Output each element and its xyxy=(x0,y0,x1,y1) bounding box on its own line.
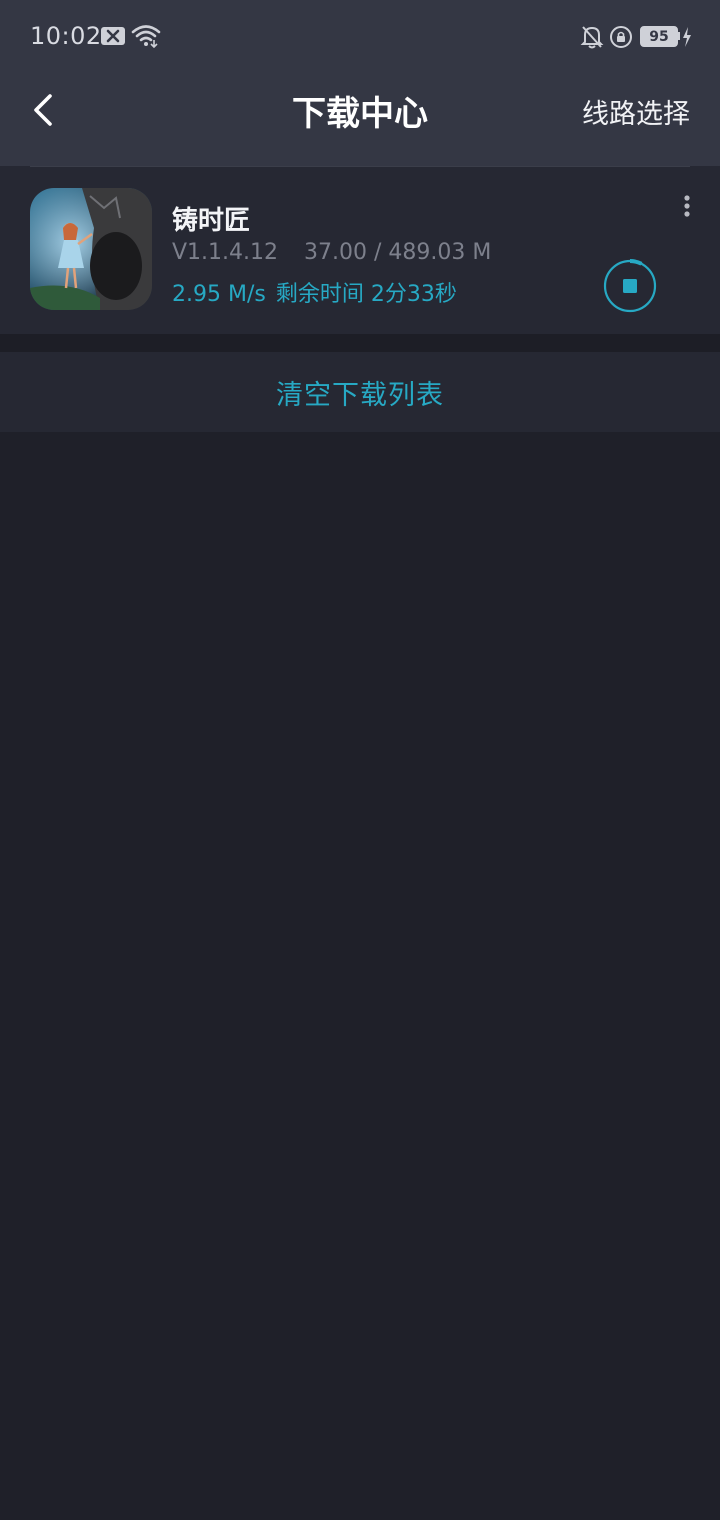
download-status: 2.95 M/s 剩余时间 2分33秒 xyxy=(172,276,457,308)
top-bar: 10:02 95 下载中心 线路选择 xyxy=(0,0,720,166)
battery-tip xyxy=(678,32,680,40)
download-speed: 2.95 M/s xyxy=(172,282,266,307)
remaining-time: 剩余时间 2分33秒 xyxy=(275,282,457,307)
stop-download-icon xyxy=(603,258,657,313)
more-vertical-icon xyxy=(684,195,690,217)
status-bar: 10:02 95 xyxy=(0,0,720,72)
download-list-item[interactable]: 铸时匠 V1.1.4.12 37.00 / 489.03 M 2.95 M/s 剩余… xyxy=(0,166,720,334)
rotation-lock-icon xyxy=(609,25,633,53)
download-progress-arc xyxy=(629,258,643,266)
more-options-button[interactable] xyxy=(676,194,698,218)
section-gap xyxy=(0,334,720,352)
download-size-progress: 37.00 / 489.03 M xyxy=(304,240,492,265)
route-select-button[interactable]: 线路选择 xyxy=(582,92,690,131)
charging-icon xyxy=(682,27,692,51)
status-time: 10:02 xyxy=(30,22,102,50)
download-meta: V1.1.4.12 37.00 / 489.03 M xyxy=(172,240,491,265)
navigation-bar: 下载中心 线路选择 xyxy=(0,72,720,166)
app-version: V1.1.4.12 xyxy=(172,240,279,265)
clear-download-list-label: 清空下载列表 xyxy=(276,379,444,411)
wifi-icon xyxy=(131,24,161,52)
app-name: 铸时匠 xyxy=(172,206,251,236)
notification-x-icon xyxy=(100,26,126,50)
divider xyxy=(30,166,690,167)
battery-level: 95 xyxy=(649,28,669,45)
battery-indicator: 95 xyxy=(640,26,678,47)
clear-download-list-button[interactable]: 清空下载列表 xyxy=(0,352,720,432)
pause-download-button[interactable] xyxy=(602,258,658,314)
app-icon xyxy=(30,188,152,310)
bell-off-icon xyxy=(580,24,604,54)
